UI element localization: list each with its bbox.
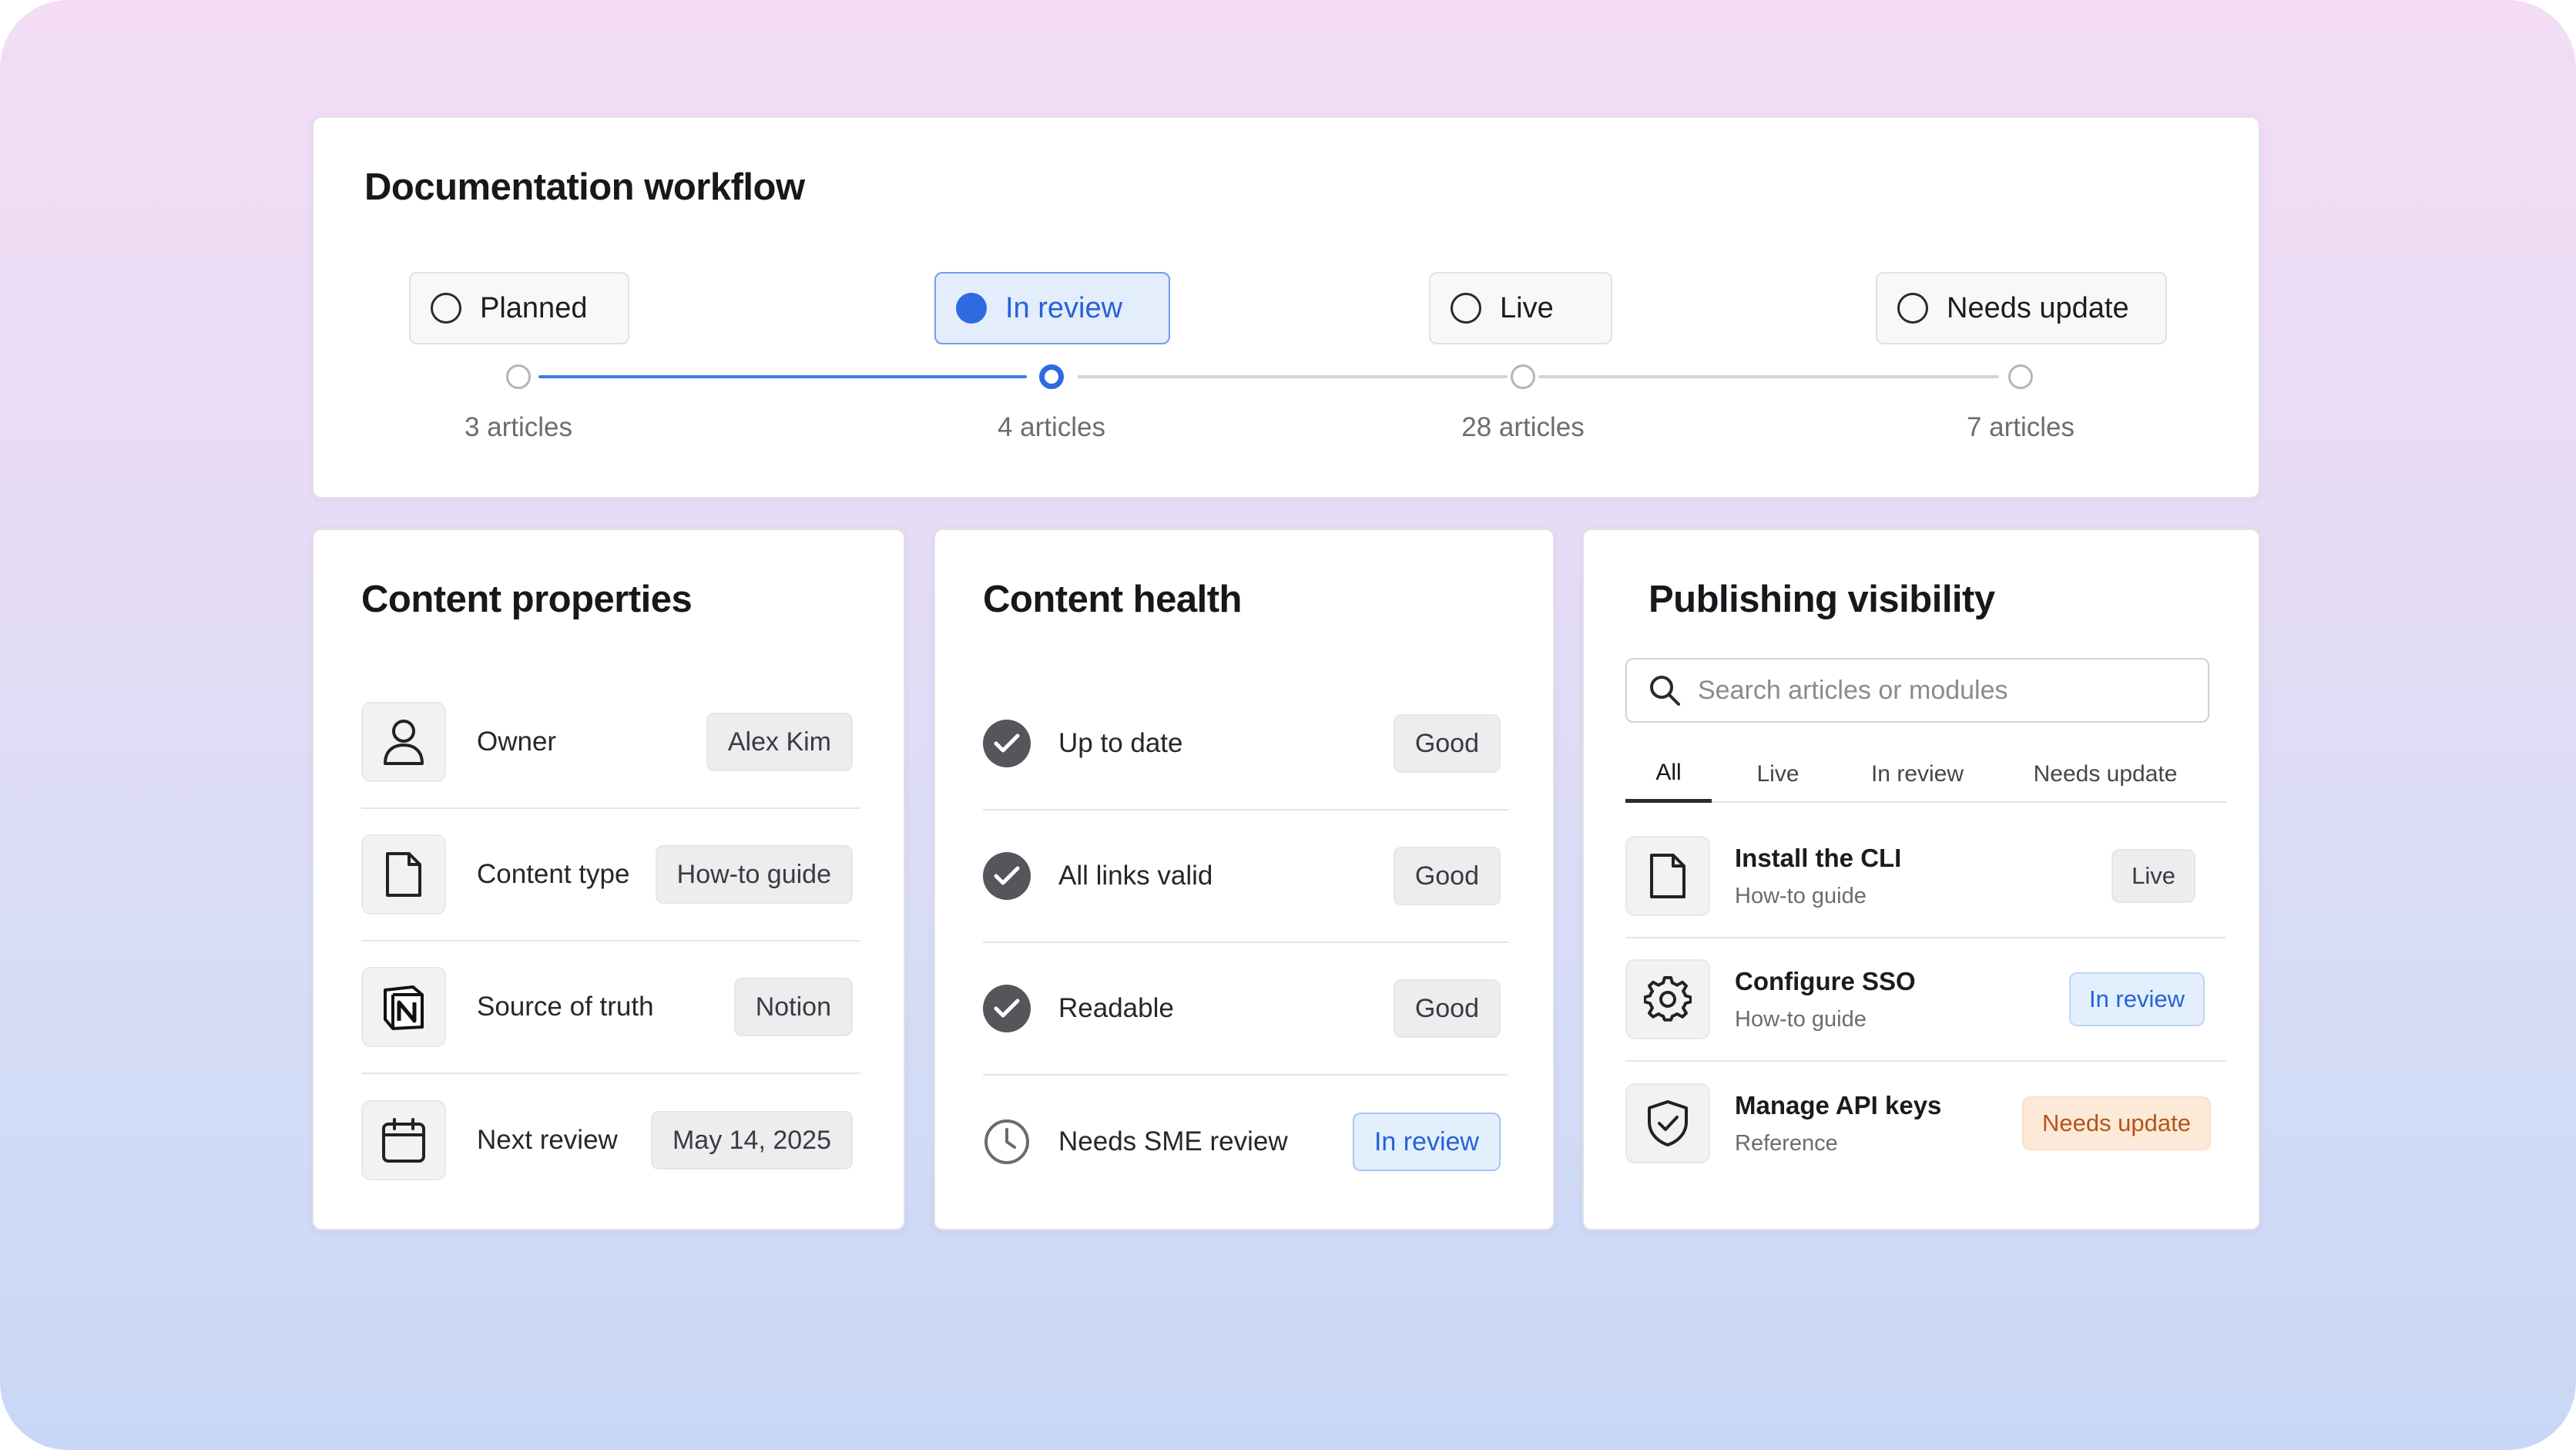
property-label: Owner <box>477 727 557 757</box>
stage-needs-update-button[interactable]: Needs update <box>1876 272 2167 344</box>
shield-check-icon <box>1625 1083 1710 1163</box>
visibility-tabs: All Live In review Needs update <box>1625 746 2226 803</box>
health-label: Up to date <box>1058 728 1183 758</box>
property-row-content-type: Content type How-to guide <box>361 809 860 941</box>
content-health-card: Content health Up to date Good All links… <box>934 529 1555 1230</box>
check-circle-icon <box>983 720 1031 767</box>
stage-count-needs-update: 7 articles <box>1966 412 2075 442</box>
page-background: Documentation workflow Planned In review… <box>0 0 2576 1450</box>
status-badge: Good <box>1393 979 1501 1038</box>
property-label: Next review <box>477 1125 618 1155</box>
progress-track-complete <box>538 375 1027 378</box>
health-label: Needs SME review <box>1058 1126 1288 1156</box>
article-row-configure-sso[interactable]: Configure SSO How-to guide In review <box>1625 938 2226 1062</box>
health-label: Readable <box>1058 993 1174 1023</box>
check-circle-icon <box>983 852 1031 900</box>
workflow-card: Documentation workflow Planned In review… <box>312 116 2260 498</box>
document-icon <box>361 834 446 915</box>
radio-selected-icon <box>956 293 987 324</box>
tab-all[interactable]: All <box>1625 746 1712 803</box>
article-row-manage-api-keys[interactable]: Manage API keys Reference Needs update <box>1625 1062 2226 1185</box>
content-properties-card: Content properties Owner Alex Kim Conten… <box>312 529 905 1230</box>
property-label: Content type <box>477 859 630 889</box>
gear-icon <box>1625 959 1710 1039</box>
health-row-up-to-date: Up to date Good <box>983 678 1508 811</box>
tab-needs-update[interactable]: Needs update <box>2011 746 2200 803</box>
property-row-source-of-truth: Source of truth Notion <box>361 941 860 1074</box>
article-type: How-to guide <box>1735 1006 1867 1032</box>
stage-count-live: 28 articles <box>1461 412 1585 442</box>
property-label: Source of truth <box>477 992 654 1022</box>
progress-track <box>1078 375 1508 378</box>
progress-track <box>1538 375 1999 378</box>
stage-node-planned <box>506 364 531 389</box>
tab-live[interactable]: Live <box>1732 746 1824 803</box>
property-row-owner: Owner Alex Kim <box>361 676 860 809</box>
article-type: How-to guide <box>1735 883 1867 908</box>
health-label: All links valid <box>1058 861 1213 891</box>
content-type-value[interactable]: How-to guide <box>655 845 853 904</box>
workflow-title: Documentation workflow <box>364 166 805 208</box>
stage-node-needs-update <box>2008 364 2033 389</box>
owner-value[interactable]: Alex Kim <box>706 713 853 771</box>
search-input[interactable]: Search articles or modules <box>1625 658 2209 723</box>
health-row-needs-sme-review: Needs SME review In review <box>983 1076 1508 1208</box>
stage-node-live <box>1511 364 1535 389</box>
property-row-next-review: Next review May 14, 2025 <box>361 1074 860 1207</box>
clock-icon <box>983 1118 1031 1166</box>
health-title: Content health <box>983 579 1242 620</box>
calendar-icon <box>361 1100 446 1180</box>
article-type: Reference <box>1735 1130 1838 1156</box>
status-badge: In review <box>1352 1113 1501 1171</box>
notion-icon <box>361 967 446 1047</box>
search-placeholder: Search articles or modules <box>1698 675 2008 705</box>
next-review-value[interactable]: May 14, 2025 <box>650 1111 853 1170</box>
health-row-readable: Readable Good <box>983 943 1508 1076</box>
stage-count-planned: 3 articles <box>464 412 573 442</box>
check-circle-icon <box>983 985 1031 1032</box>
radio-icon <box>1451 293 1481 324</box>
document-icon <box>1625 836 1710 916</box>
publishing-title: Publishing visibility <box>1649 579 1995 620</box>
status-badge: Live <box>2111 849 2195 903</box>
person-icon <box>361 702 446 782</box>
source-of-truth-value[interactable]: Notion <box>733 978 853 1036</box>
health-row-all-links-valid: All links valid Good <box>983 811 1508 943</box>
article-title: Configure SSO <box>1735 966 1916 995</box>
status-badge: Good <box>1393 847 1501 905</box>
stage-in-review-button[interactable]: In review <box>934 272 1170 344</box>
tab-in-review[interactable]: In review <box>1844 746 1991 803</box>
stage-live-button[interactable]: Live <box>1429 272 1612 344</box>
stage-node-in-review <box>1039 364 1064 389</box>
article-title: Manage API keys <box>1735 1090 1942 1119</box>
properties-title: Content properties <box>361 579 693 620</box>
publishing-visibility-card: Publishing visibility Search articles or… <box>1582 529 2260 1230</box>
search-icon <box>1649 674 1681 707</box>
stage-label: In review <box>1005 291 1123 324</box>
article-row-install-cli[interactable]: Install the CLI How-to guide Live <box>1625 815 2226 938</box>
status-badge: Needs update <box>2021 1096 2211 1150</box>
stage-planned-button[interactable]: Planned <box>409 272 629 344</box>
status-badge: In review <box>2068 972 2205 1026</box>
radio-icon <box>431 293 461 324</box>
stage-label: Planned <box>480 291 588 324</box>
stage-label: Live <box>1500 291 1554 324</box>
stage-label: Needs update <box>1947 291 2129 324</box>
stage-count-in-review: 4 articles <box>997 412 1106 442</box>
radio-icon <box>1897 293 1928 324</box>
article-title: Install the CLI <box>1735 843 1902 872</box>
status-badge: Good <box>1393 714 1501 773</box>
